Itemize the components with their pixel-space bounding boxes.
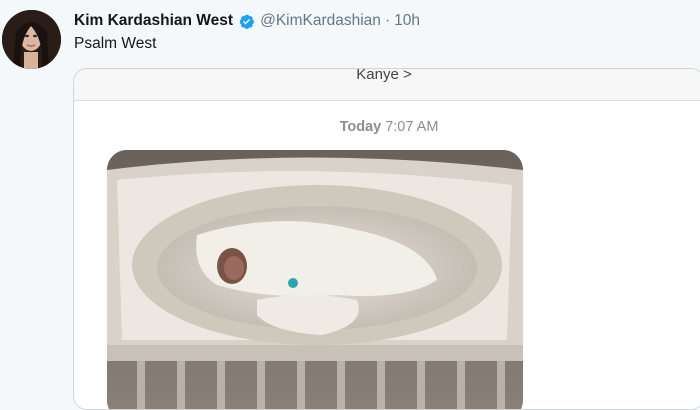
attached-screenshot[interactable]: Kanye > Today 7:07 AM	[73, 68, 700, 410]
tweet-time[interactable]: 10h	[394, 12, 420, 30]
tweet-header: Kim Kardashian West @KimKardashian · 10h	[74, 11, 420, 31]
baby-crib-photo[interactable]	[107, 150, 523, 409]
avatar[interactable]	[2, 10, 61, 69]
tweet-text: Psalm West	[74, 35, 157, 52]
tweet: Kim Kardashian West @KimKardashian · 10h…	[0, 0, 700, 410]
verified-badge-icon	[238, 13, 255, 30]
handle[interactable]: @KimKardashian	[260, 12, 381, 30]
timestamp-day: Today	[339, 119, 382, 135]
timestamp-time: 7:07 AM	[385, 119, 439, 135]
separator-dot: ·	[384, 12, 391, 29]
contact-name: Kanye >	[356, 68, 412, 83]
message-timestamp: Today 7:07 AM	[74, 119, 700, 135]
message-header: Kanye >	[74, 69, 700, 101]
display-name[interactable]: Kim Kardashian West	[74, 12, 233, 30]
